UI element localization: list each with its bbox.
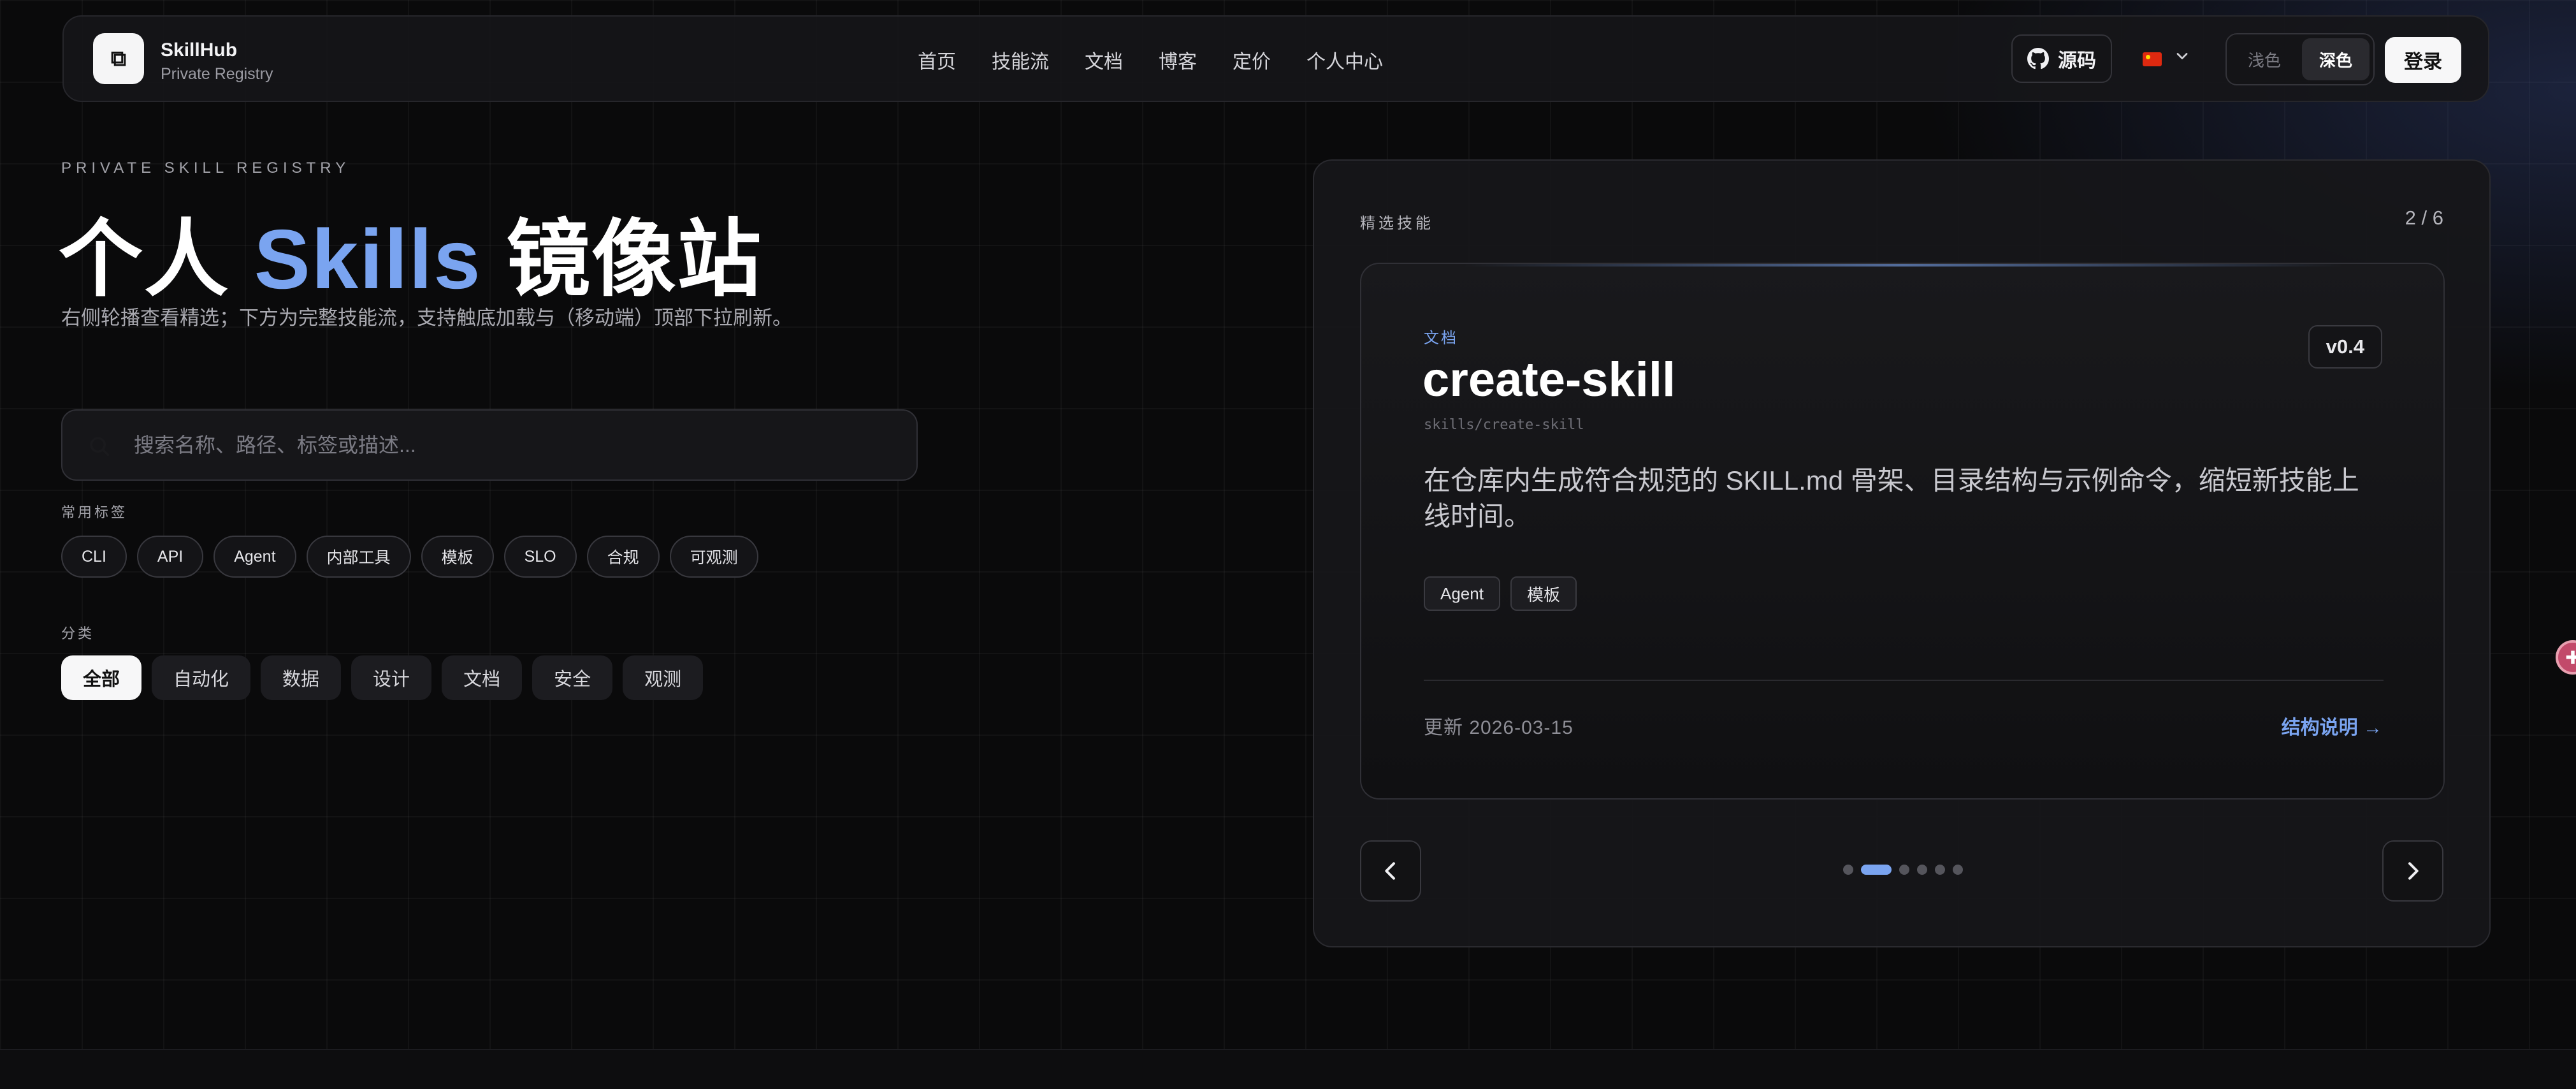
- card-divider: [1424, 680, 2384, 681]
- card-title[interactable]: create-skill: [1422, 352, 1675, 407]
- tag-chip[interactable]: 模板: [421, 536, 494, 578]
- hero-title-prefix: 个人: [59, 212, 229, 306]
- nav-docs[interactable]: 文档: [1085, 46, 1123, 74]
- category-all[interactable]: 全部: [61, 655, 142, 700]
- card-path: skills/create-skill: [1424, 417, 1584, 433]
- categories-label: 分类: [61, 625, 95, 641]
- theme-dark-option[interactable]: 深色: [2302, 38, 2370, 80]
- carousel-dots: [1843, 865, 1963, 875]
- nav-profile[interactable]: 个人中心: [1306, 46, 1383, 74]
- tag-chip[interactable]: CLI: [61, 536, 127, 578]
- carousel-dot[interactable]: [1899, 865, 1909, 875]
- hero-description: 右侧轮播查看精选；下方为完整技能流，支持触底加载与（移动端）顶部下拉刷新。: [61, 307, 792, 329]
- featured-carousel: 精选技能 2 / 6 文档 create-skill skills/create…: [1313, 159, 2491, 947]
- theme-toggle: 浅色 深色: [2225, 33, 2375, 85]
- card-category: 文档: [1424, 330, 1458, 347]
- nav-blog[interactable]: 博客: [1159, 46, 1197, 74]
- card-description: 在仓库内生成符合规范的 SKILL.md 骨架、目录结构与示例命令，缩短新技能上…: [1424, 465, 2359, 531]
- common-tags: CLI API Agent 内部工具 模板 SLO 合规 可观测: [61, 536, 758, 578]
- tag-chip[interactable]: SLO: [503, 536, 577, 578]
- footer-band: [0, 1049, 2576, 1089]
- flag-cn-icon[interactable]: [2143, 52, 2162, 66]
- common-tags-label: 常用标签: [61, 504, 128, 520]
- carousel-dot[interactable]: [1843, 865, 1853, 875]
- tag-chip[interactable]: Agent: [213, 536, 296, 578]
- carousel-counter: 2 / 6: [2405, 207, 2443, 229]
- hero-title-accent: Skills: [254, 212, 482, 306]
- search-box: [61, 409, 918, 481]
- category-data[interactable]: 数据: [261, 655, 342, 700]
- top-header: ⧉ SkillHub Private Registry 首页 技能流 文档 博客…: [62, 15, 2489, 102]
- tag-chip[interactable]: 内部工具: [306, 536, 411, 578]
- nav-skill-stream[interactable]: 技能流: [992, 46, 1049, 74]
- hero-title: 个人 Skills 镜像站: [59, 191, 762, 313]
- category-design[interactable]: 设计: [351, 655, 432, 700]
- search-input[interactable]: [134, 411, 899, 479]
- tag-chip[interactable]: 合规: [586, 536, 660, 578]
- carousel-dot[interactable]: [1917, 865, 1927, 875]
- login-button[interactable]: 登录: [2385, 37, 2461, 83]
- featured-skill-card[interactable]: 文档 create-skill skills/create-skill v0.4…: [1360, 263, 2445, 800]
- brand-name[interactable]: SkillHub: [161, 40, 237, 61]
- github-icon: [2027, 48, 2049, 69]
- tag-chip[interactable]: 可观测: [669, 536, 758, 578]
- carousel-dot[interactable]: [1935, 865, 1945, 875]
- carousel-dot-active[interactable]: [1861, 865, 1892, 875]
- card-tags: Agent 模板: [1424, 576, 1577, 611]
- search-icon: [90, 437, 110, 457]
- featured-label: 精选技能: [1360, 215, 1434, 232]
- category-security[interactable]: 安全: [532, 655, 613, 700]
- chevron-left-icon: [1385, 862, 1395, 880]
- hero-title-suffix: 镜像站: [506, 212, 763, 306]
- chevron-right-icon: [2408, 862, 2419, 880]
- main-nav: 首页 技能流 文档 博客 定价 个人中心: [918, 17, 1383, 103]
- source-code-button[interactable]: 源码: [2011, 34, 2112, 83]
- nav-pricing[interactable]: 定价: [1233, 46, 1271, 74]
- category-observability[interactable]: 观测: [623, 655, 704, 700]
- carousel-next-button[interactable]: [2382, 840, 2443, 902]
- logo-icon[interactable]: ⧉: [93, 33, 144, 84]
- brand-subtitle: Private Registry: [161, 65, 273, 83]
- carousel-dot[interactable]: [1953, 865, 1963, 875]
- structure-docs-link[interactable]: 结构说明 →: [2282, 712, 2382, 740]
- card-tag[interactable]: 模板: [1510, 576, 1577, 611]
- carousel-prev-button[interactable]: [1360, 840, 1421, 902]
- source-code-label: 源码: [2058, 50, 2096, 71]
- version-badge: v0.4: [2308, 325, 2382, 369]
- theme-light-option[interactable]: 浅色: [2231, 38, 2298, 80]
- nav-home[interactable]: 首页: [918, 46, 956, 74]
- chevron-down-icon[interactable]: [2173, 47, 2191, 70]
- card-accent-line: [1463, 264, 2343, 267]
- tag-chip[interactable]: API: [136, 536, 204, 578]
- card-tag[interactable]: Agent: [1424, 576, 1500, 611]
- category-filters: 全部 自动化 数据 设计 文档 安全 观测: [61, 655, 704, 700]
- category-automation[interactable]: 自动化: [152, 655, 251, 700]
- card-updated-date: 更新 2026-03-15: [1424, 717, 1574, 738]
- category-docs[interactable]: 文档: [442, 655, 523, 700]
- hero-eyebrow: PRIVATE SKILL REGISTRY: [61, 159, 351, 177]
